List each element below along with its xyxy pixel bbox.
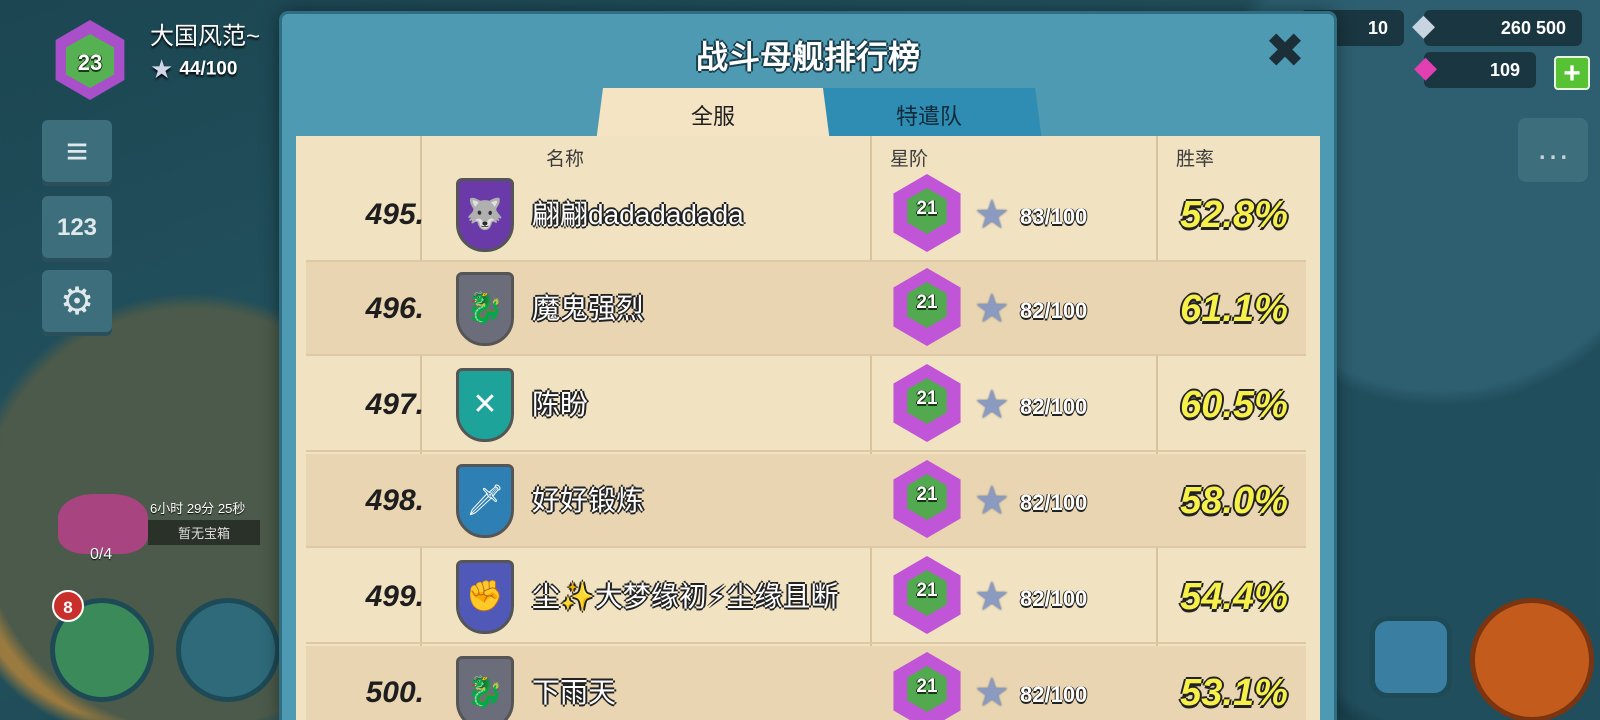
rank-badge: 21 — [884, 268, 970, 350]
chest-icon[interactable] — [58, 494, 148, 554]
rank-badge-level: 21 — [916, 484, 938, 505]
column-header-winrate: 胜率 — [1176, 149, 1215, 170]
row-rank: 500. — [365, 676, 424, 709]
gem-counter: 109 — [1424, 52, 1536, 88]
column-header-name: 名称 — [546, 149, 585, 170]
winrate-cell: 53.1% — [1180, 672, 1288, 714]
star-icon: ★ — [974, 479, 1010, 523]
dragon-icon: 🐉 — [456, 656, 514, 720]
winrate-cell: 58.0% — [1180, 480, 1288, 522]
star-progress: 82/100 — [1020, 490, 1088, 515]
star-icon: ★ — [150, 54, 174, 84]
settings-button[interactable]: ⚙ — [42, 270, 112, 336]
ranking-button[interactable]: 123 — [42, 196, 112, 262]
leaderboard-modal: 战斗母舰排行榜 ✖ 特遣队 全服 名称 星阶 胜率 495. 🐺 翩翩dadad… — [282, 14, 1334, 720]
gem-icon: ◆ — [1414, 51, 1438, 84]
player-name: 大国风范~ — [150, 23, 261, 50]
table-row[interactable]: 499. ✊ 尘✨大梦缘初⚡尘缘且断 21 ★ 82/100 54.4% — [306, 550, 1306, 644]
player-level: 23 — [77, 50, 103, 75]
player-name-cell: 翩翩dadadadada — [532, 199, 744, 230]
attack-button[interactable] — [1470, 598, 1594, 720]
rank-badge: 21 — [884, 174, 970, 256]
winrate-cell: 52.8% — [1180, 194, 1288, 236]
close-icon: ✖ — [1264, 25, 1306, 78]
winrate-cell: 54.4% — [1180, 576, 1288, 618]
winrate-cell: 60.5% — [1180, 384, 1288, 426]
chat-button[interactable]: … — [1518, 118, 1588, 182]
rank-badge-level: 21 — [916, 580, 938, 601]
rank-badge: 21 — [884, 556, 970, 638]
close-button[interactable]: ✖ — [1262, 28, 1308, 76]
troops-count-badge: 8 — [52, 590, 84, 622]
row-rank: 497. — [365, 388, 424, 421]
table-row[interactable]: 496. 🐉 魔鬼强烈 21 ★ 82/100 61.1% — [306, 262, 1306, 356]
star-progress: 82/100 — [1020, 394, 1088, 419]
tab-team[interactable]: 特遣队 — [816, 88, 1042, 142]
chat-icon: … — [1536, 129, 1570, 167]
rank-badge: 21 — [884, 652, 970, 720]
winrate-cell: 61.1% — [1180, 288, 1288, 330]
wolf-icon: 🐺 — [456, 178, 514, 252]
ranking-icon: 123 — [56, 214, 98, 241]
column-header-rank: 星阶 — [890, 149, 929, 170]
player-name-cell: 下雨天 — [532, 677, 617, 708]
menu-button[interactable]: ≡ — [42, 120, 112, 186]
star-icon: ★ — [974, 575, 1010, 619]
player-name-cell: 陈盼 — [532, 389, 589, 420]
star-icon: ★ — [974, 193, 1010, 237]
row-rank: 496. — [365, 292, 424, 325]
chest-timer: 6小时 29分 25秒 — [150, 501, 246, 516]
row-rank: 499. — [365, 580, 424, 613]
row-rank: 495. — [365, 198, 424, 231]
tab-all[interactable]: 全服 — [596, 88, 830, 142]
table-row[interactable]: 498. 🗡 好好锻炼 21 ★ 82/100 58.0% — [306, 454, 1306, 548]
iron-counter: 260 500 — [1424, 10, 1582, 46]
dagger-icon: 🗡 — [456, 464, 514, 538]
player-name-cell: 好好锻炼 — [532, 485, 645, 516]
fist-icon: ✊ — [456, 560, 514, 634]
add-gems-button[interactable]: + — [1554, 56, 1590, 90]
leaderboard-table[interactable]: 名称 星阶 胜率 495. 🐺 翩翩dadadadada 21 ★ 83/100… — [296, 136, 1320, 720]
rank-badge: 21 — [884, 460, 970, 542]
gear-icon: ⚙ — [59, 281, 95, 323]
star-icon: ★ — [974, 383, 1010, 427]
player-level-badge[interactable]: 23 — [40, 14, 140, 106]
menu-icon: ≡ — [65, 131, 89, 173]
player-name-cell: 魔鬼强烈 — [532, 293, 645, 324]
star-icon: ★ — [974, 671, 1010, 715]
table-row[interactable]: 500. 🐉 下雨天 21 ★ 82/100 53.1% — [306, 646, 1306, 720]
star-progress: 82/100 — [1020, 586, 1088, 611]
rank-badge-level: 21 — [916, 388, 938, 409]
row-rank: 498. — [365, 484, 424, 517]
chest-count: 0/4 — [90, 546, 113, 563]
rank-badge: 21 — [884, 364, 970, 446]
star-progress: 83/100 — [1020, 204, 1088, 229]
rank-badge-level: 21 — [916, 676, 938, 697]
chest-status: 暂无宝箱 — [148, 520, 260, 545]
player-xp: ★ 44/100 — [150, 54, 237, 85]
modal-title: 战斗母舰排行榜 — [695, 39, 920, 75]
star-icon: ★ — [974, 287, 1010, 331]
table-row[interactable]: 497. ✕ 陈盼 21 ★ 82/100 60.5% — [306, 358, 1306, 452]
star-progress: 82/100 — [1020, 298, 1088, 323]
rank-badge-level: 21 — [916, 292, 938, 313]
upgrade-button[interactable] — [176, 598, 280, 702]
iron-icon: ◆ — [1412, 9, 1436, 42]
player-name-cell: 尘✨大梦缘初⚡尘缘且断 — [532, 581, 839, 612]
crossed-rifles-icon: ✕ — [456, 368, 514, 442]
star-progress: 82/100 — [1020, 682, 1088, 707]
rank-badge-level: 21 — [916, 198, 938, 219]
map-button[interactable] — [1370, 616, 1452, 698]
table-row[interactable]: 495. 🐺 翩翩dadadadada 21 ★ 83/100 52.8% — [306, 168, 1306, 262]
dragon-icon: 🐉 — [456, 272, 514, 346]
player-xp-value: 44/100 — [179, 58, 238, 80]
